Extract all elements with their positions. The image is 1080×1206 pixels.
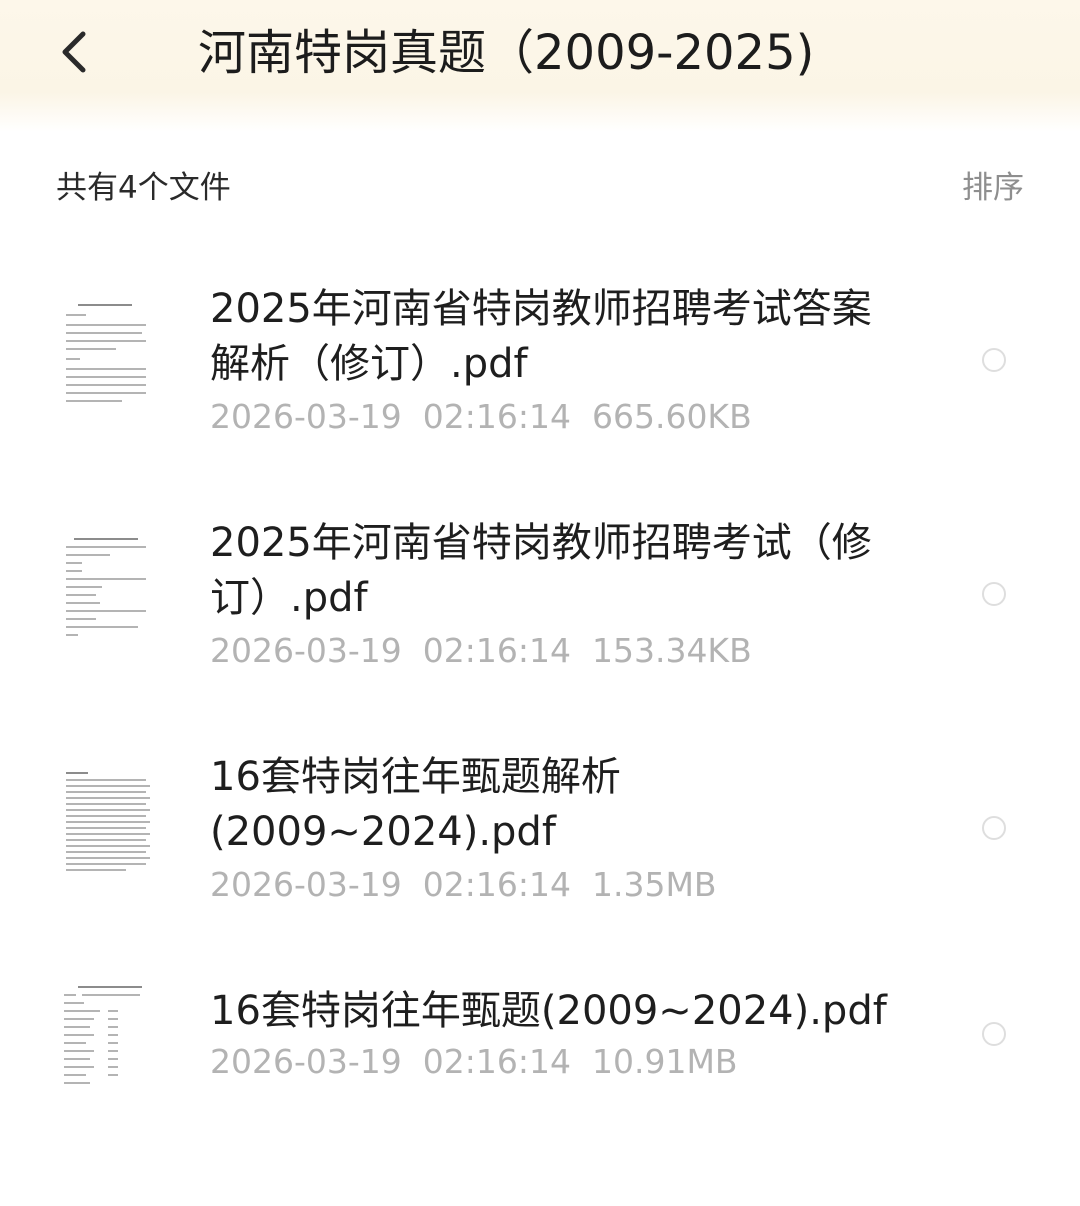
pdf-thumbnail xyxy=(60,532,152,644)
file-item[interactable]: 16套特岗往年甄题解析(2009~2024).pdf 2026-03-19 02… xyxy=(0,738,1080,918)
file-name: 16套特岗往年甄题解析(2009~2024).pdf xyxy=(210,754,621,855)
file-meta: 2026-03-19 02:16:14 153.34KB xyxy=(210,629,752,673)
select-radio[interactable] xyxy=(982,1022,1006,1046)
file-time: 02:16:14 xyxy=(422,1042,571,1081)
file-time: 02:16:14 xyxy=(422,865,571,904)
file-size: 10.91MB xyxy=(591,1042,738,1081)
select-radio[interactable] xyxy=(982,816,1006,840)
file-date: 2026-03-19 xyxy=(210,865,402,904)
file-count-label: 共有4个文件 xyxy=(56,170,231,206)
page-title: 河南特岗真题（2009-2025) xyxy=(198,25,815,81)
file-time: 02:16:14 xyxy=(422,397,571,436)
file-item[interactable]: 16套特岗往年甄题(2009~2024).pdf 2026-03-19 02:1… xyxy=(0,972,1080,1102)
file-size: 665.60KB xyxy=(591,397,752,436)
file-date: 2026-03-19 xyxy=(210,631,402,670)
pdf-thumbnail xyxy=(60,298,152,410)
file-time: 02:16:14 xyxy=(422,631,571,670)
chevron-left-icon xyxy=(62,31,86,73)
sort-button[interactable]: 排序 xyxy=(962,166,1024,210)
back-button[interactable] xyxy=(44,22,104,82)
file-name: 2025年河南省特岗教师招聘考试答案解析（修订）.pdf xyxy=(210,286,872,387)
file-item[interactable]: 2025年河南省特岗教师招聘考试答案解析（修订）.pdf 2026-03-19 … xyxy=(0,270,1080,450)
file-size: 1.35MB xyxy=(591,865,717,904)
file-item[interactable]: 2025年河南省特岗教师招聘考试（修订）.pdf 2026-03-19 02:1… xyxy=(0,504,1080,684)
file-meta: 2026-03-19 02:16:14 10.91MB xyxy=(210,1040,738,1084)
select-radio[interactable] xyxy=(982,348,1006,372)
file-date: 2026-03-19 xyxy=(210,397,402,436)
file-meta: 2026-03-19 02:16:14 1.35MB xyxy=(210,863,717,907)
file-size: 153.34KB xyxy=(591,631,752,670)
title-bar: 河南特岗真题（2009-2025) xyxy=(0,0,1080,132)
file-name: 2025年河南省特岗教师招聘考试（修订）.pdf xyxy=(210,520,872,621)
file-meta: 2026-03-19 02:16:14 665.60KB xyxy=(210,395,752,439)
file-name: 16套特岗往年甄题(2009~2024).pdf xyxy=(210,988,887,1034)
select-radio[interactable] xyxy=(982,582,1006,606)
file-date: 2026-03-19 xyxy=(210,1042,402,1081)
pdf-thumbnail xyxy=(60,766,152,878)
pdf-thumbnail xyxy=(60,982,152,1094)
